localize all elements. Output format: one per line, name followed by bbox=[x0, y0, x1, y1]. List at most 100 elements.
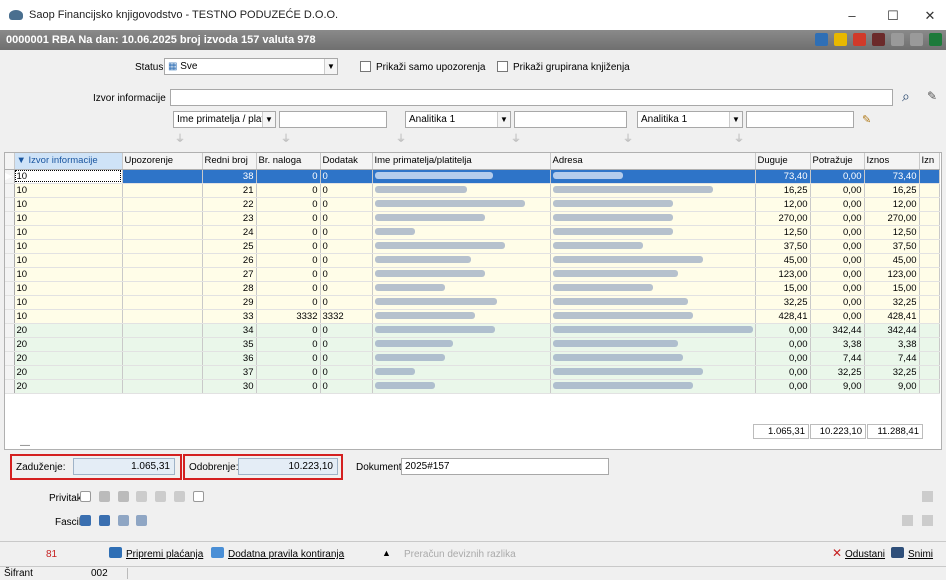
cell-upozorenje[interactable] bbox=[122, 323, 203, 338]
cell-dodatak[interactable]: 0 bbox=[320, 267, 373, 282]
cell-adresa[interactable] bbox=[550, 309, 756, 324]
scan-icon[interactable] bbox=[117, 491, 129, 502]
cell-iznos-extra[interactable] bbox=[919, 379, 940, 394]
delete-icon[interactable] bbox=[173, 491, 185, 502]
copy-icon[interactable] bbox=[891, 33, 904, 46]
status-select[interactable]: ▦ Sve ▼ bbox=[164, 58, 338, 75]
cell-potrazuje[interactable]: 342,44 bbox=[810, 323, 865, 338]
col-header-dodatak[interactable]: Dodatak bbox=[320, 153, 373, 170]
cell-potrazuje[interactable]: 7,44 bbox=[810, 351, 865, 366]
cell-potrazuje[interactable]: 0,00 bbox=[810, 169, 865, 184]
cell-adresa[interactable] bbox=[550, 267, 756, 282]
show-grouped-checkbox[interactable] bbox=[497, 61, 508, 72]
cell-upozorenje[interactable] bbox=[122, 267, 203, 282]
cell-br-naloga[interactable]: 0 bbox=[256, 365, 321, 380]
cell-iznos[interactable]: 16,25 bbox=[864, 183, 920, 198]
col-header-duguje[interactable]: Duguje bbox=[755, 153, 811, 170]
cell-iznos[interactable]: 12,00 bbox=[864, 197, 920, 212]
cell-redni-broj[interactable]: 24 bbox=[202, 225, 257, 240]
cell-adresa[interactable] bbox=[550, 169, 756, 184]
cell-ime[interactable] bbox=[372, 295, 551, 310]
cell-duguje[interactable]: 0,00 bbox=[755, 337, 811, 352]
cell-redni-broj[interactable]: 33 bbox=[202, 309, 257, 324]
cell-br-naloga[interactable]: 0 bbox=[256, 337, 321, 352]
funnel-icon[interactable]: ⏚ bbox=[510, 134, 522, 146]
cell-upozorenje[interactable] bbox=[122, 351, 203, 366]
cell-adresa[interactable] bbox=[550, 281, 756, 296]
cell-redni-broj[interactable]: 30 bbox=[202, 379, 257, 394]
cell-iznos[interactable]: 32,25 bbox=[864, 295, 920, 310]
cell-ime[interactable] bbox=[372, 309, 551, 324]
cell-br-naloga[interactable]: 0 bbox=[256, 197, 321, 212]
cell-redni-broj[interactable]: 23 bbox=[202, 211, 257, 226]
cell-upozorenje[interactable] bbox=[122, 295, 203, 310]
table-row[interactable]: 10 22 0 0 12,00 0,00 12,00 bbox=[5, 197, 940, 212]
cell-iznos[interactable]: 428,41 bbox=[864, 309, 920, 324]
table-row[interactable]: 10 29 0 0 32,25 0,00 32,25 bbox=[5, 295, 940, 310]
cell-potrazuje[interactable]: 0,00 bbox=[810, 197, 865, 212]
cell-dodatak[interactable]: 0 bbox=[320, 197, 373, 212]
cell-redni-broj[interactable]: 38 bbox=[202, 169, 257, 184]
cell-duguje[interactable]: 0,00 bbox=[755, 365, 811, 380]
cell-adresa[interactable] bbox=[550, 197, 756, 212]
cell-dodatak[interactable]: 0 bbox=[320, 239, 373, 254]
folder-remove-icon[interactable] bbox=[117, 515, 129, 526]
dokument-input[interactable]: 2025#157 bbox=[401, 458, 609, 475]
cell-iznos-extra[interactable] bbox=[919, 365, 940, 380]
cell-upozorenje[interactable] bbox=[122, 225, 203, 240]
cell-duguje[interactable]: 73,40 bbox=[755, 169, 811, 184]
cell-upozorenje[interactable] bbox=[122, 197, 203, 212]
table-row[interactable]: 10 23 0 0 270,00 0,00 270,00 bbox=[5, 211, 940, 226]
cell-potrazuje[interactable]: 0,00 bbox=[810, 239, 865, 254]
folder-add-icon[interactable] bbox=[98, 515, 110, 526]
transactions-grid[interactable]: ▼ Izvor informacije Upozorenje Redni bro… bbox=[4, 152, 942, 450]
save-button[interactable]: Snimi bbox=[908, 549, 933, 560]
table-row[interactable]: 10 33 3332 3332 428,41 0,00 428,41 bbox=[5, 309, 940, 324]
cell-br-naloga[interactable]: 0 bbox=[256, 379, 321, 394]
cell-iznos-extra[interactable] bbox=[919, 323, 940, 338]
cell-iznos[interactable]: 270,00 bbox=[864, 211, 920, 226]
info-source-input[interactable] bbox=[170, 89, 893, 106]
col-header-iznos-extra[interactable]: Izn bbox=[919, 153, 940, 170]
cell-redni-broj[interactable]: 28 bbox=[202, 281, 257, 296]
cell-adresa[interactable] bbox=[550, 211, 756, 226]
cell-potrazuje[interactable]: 0,00 bbox=[810, 295, 865, 310]
cell-izvor[interactable]: 20 bbox=[14, 351, 123, 366]
cell-ime[interactable] bbox=[372, 197, 551, 212]
cell-upozorenje[interactable] bbox=[122, 183, 203, 198]
cell-dodatak[interactable]: 0 bbox=[320, 351, 373, 366]
paste-icon[interactable] bbox=[910, 33, 923, 46]
export-icon[interactable] bbox=[815, 33, 828, 46]
minimize-button[interactable]: – bbox=[842, 8, 862, 23]
table-row[interactable]: 10 28 0 0 15,00 0,00 15,00 bbox=[5, 281, 940, 296]
cell-br-naloga[interactable]: 0 bbox=[256, 211, 321, 226]
cell-iznos-extra[interactable] bbox=[919, 225, 940, 240]
cell-izvor[interactable]: 10 bbox=[14, 267, 123, 282]
cell-potrazuje[interactable]: 0,00 bbox=[810, 225, 865, 240]
cell-br-naloga[interactable]: 0 bbox=[256, 267, 321, 282]
col-header-ime[interactable]: Ime primatelja/platitelja bbox=[372, 153, 551, 170]
table-row[interactable]: 10 27 0 0 123,00 0,00 123,00 bbox=[5, 267, 940, 282]
prepare-payments-button[interactable]: Pripremi plaćanja bbox=[126, 549, 203, 560]
cell-adresa[interactable] bbox=[550, 379, 756, 394]
cell-adresa[interactable] bbox=[550, 337, 756, 352]
col-header-izvor[interactable]: ▼ Izvor informacije bbox=[14, 153, 123, 170]
view-icon[interactable] bbox=[192, 491, 204, 502]
table-row[interactable]: ▶ 10 38 0 0 73,40 0,00 73,40 bbox=[5, 169, 940, 184]
cell-adresa[interactable] bbox=[550, 365, 756, 380]
cell-adresa[interactable] bbox=[550, 183, 756, 198]
cell-izvor[interactable]: 10 bbox=[14, 309, 123, 324]
cell-dodatak[interactable]: 3332 bbox=[320, 309, 373, 324]
cell-br-naloga[interactable]: 0 bbox=[256, 239, 321, 254]
cell-ime[interactable] bbox=[372, 253, 551, 268]
cell-potrazuje[interactable]: 32,25 bbox=[810, 365, 865, 380]
cell-redni-broj[interactable]: 29 bbox=[202, 295, 257, 310]
cell-izvor[interactable]: 20 bbox=[14, 337, 123, 352]
close-button[interactable]: ✕ bbox=[920, 8, 940, 24]
table-row[interactable]: 20 37 0 0 0,00 32,25 32,25 bbox=[5, 365, 940, 380]
cell-izvor[interactable]: 10 bbox=[14, 197, 123, 212]
cell-iznos[interactable]: 123,00 bbox=[864, 267, 920, 282]
cell-duguje[interactable]: 270,00 bbox=[755, 211, 811, 226]
cell-adresa[interactable] bbox=[550, 351, 756, 366]
table-row[interactable]: 10 21 0 0 16,25 0,00 16,25 bbox=[5, 183, 940, 198]
